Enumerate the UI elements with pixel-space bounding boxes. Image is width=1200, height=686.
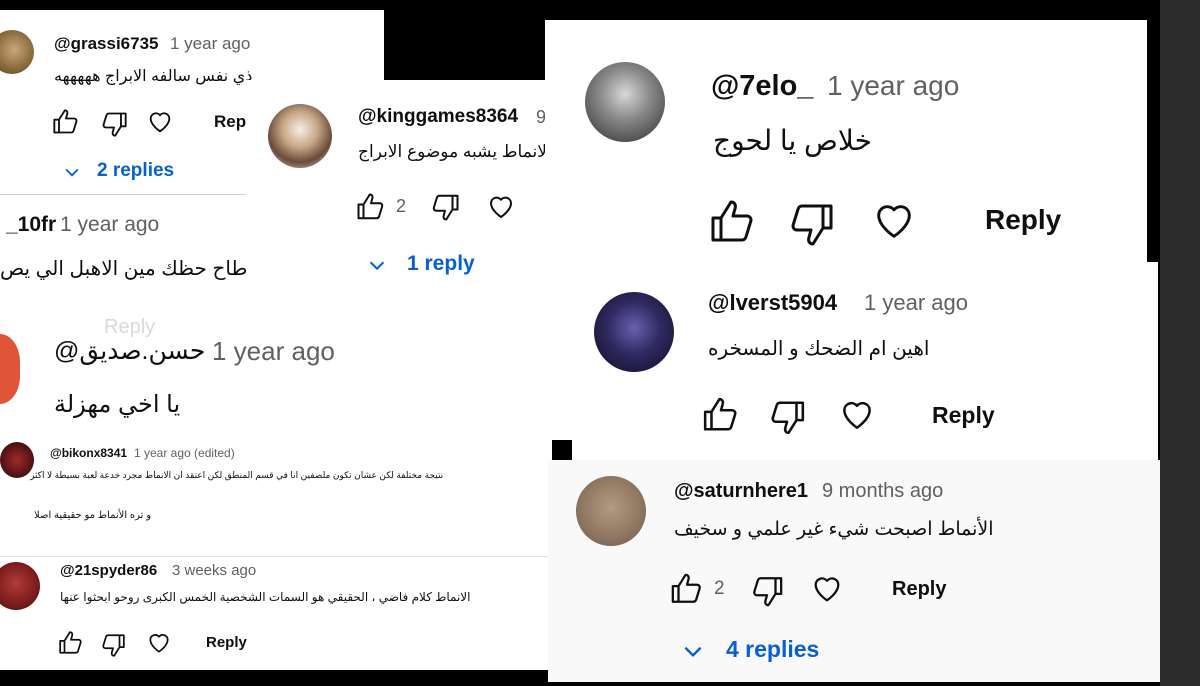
comment-time[interactable]: 1 year ago (170, 34, 250, 54)
chevron-down-icon[interactable] (62, 162, 82, 182)
thumb-up-icon[interactable] (709, 198, 757, 246)
comment-text: يا اخي مهزلة (54, 391, 181, 418)
heart-icon[interactable] (146, 630, 172, 656)
like-count: 2 (396, 196, 407, 216)
avatar[interactable] (576, 476, 646, 546)
comment-author[interactable]: @7elo_ (711, 70, 813, 103)
heart-icon[interactable] (146, 108, 174, 136)
reply-button[interactable]: Reply (932, 402, 995, 429)
reply-button[interactable]: Reply (985, 204, 1061, 236)
reply-button[interactable]: Reply (892, 578, 946, 601)
thumb-up-icon[interactable] (702, 396, 740, 434)
comment-text: نتيجة مختلفة لكن عشان تكون ملصفين انا في… (30, 470, 444, 480)
comment-time[interactable]: 1 year ago (edited) (134, 446, 235, 460)
comment-card-hasan: Reply @حسن.صديق 1 year ago يا اخي مهزلة … (0, 298, 552, 670)
comment-time[interactable]: 9 months ago (822, 480, 943, 503)
comment-text: خلاص يا لحوج (713, 125, 872, 156)
chevron-down-icon[interactable] (680, 638, 706, 664)
like-count: 2 (714, 578, 725, 599)
thumb-down-icon[interactable] (430, 192, 460, 222)
avatar[interactable] (585, 62, 665, 142)
comment-text: الأنماط اصبحت شيء غير علمي و سخيف (674, 519, 994, 540)
comment-author[interactable]: @حسن.صديق (54, 336, 205, 366)
divider (0, 194, 246, 195)
comment-time[interactable]: 1 year ago (212, 336, 335, 367)
thumb-up-icon[interactable] (356, 192, 386, 222)
avatar[interactable] (0, 334, 20, 404)
thumb-up-icon[interactable] (52, 108, 80, 136)
divider (0, 556, 552, 557)
comment-author[interactable]: @grassi6735 (54, 34, 158, 54)
comment-author[interactable]: @saturnhere1 (674, 480, 808, 503)
comment-text: اهين ام الضحك و المسخره (708, 338, 930, 360)
comment-author[interactable]: @lverst5904 (708, 290, 837, 316)
avatar[interactable] (0, 562, 40, 610)
comment-text: الانماط كلام فاضي ، الحقيقي هو السمات ال… (60, 590, 471, 604)
thumb-down-icon[interactable] (768, 398, 806, 436)
comment-time[interactable]: 1 year ago (60, 213, 159, 237)
comment-time[interactable]: 1 year ago (827, 70, 959, 102)
avatar[interactable] (0, 30, 34, 74)
reply-button[interactable]: Reply (206, 634, 247, 651)
comment-author[interactable]: _10fr (6, 213, 56, 237)
comment-text: طاح حظك مين الاهبل الي يص (0, 258, 248, 280)
thumb-up-icon[interactable] (58, 630, 84, 656)
thumb-down-icon[interactable] (750, 574, 784, 608)
heart-icon[interactable] (486, 192, 516, 222)
view-replies-link[interactable]: 4 replies (726, 636, 819, 663)
chevron-down-icon[interactable] (366, 254, 388, 276)
comment-card-lverst: @lverst5904 1 year ago اهين ام الضحك و ا… (572, 262, 1158, 462)
comment-card-saturn: @saturnhere1 9 months ago الأنماط اصبحت … (548, 460, 1160, 682)
thumb-down-icon[interactable] (100, 632, 126, 658)
view-replies-link[interactable]: 1 reply (407, 252, 475, 276)
comment-text: و تره الأنماط مو حقيقية اصلا (34, 510, 152, 521)
thumb-down-icon[interactable] (787, 200, 835, 248)
avatar[interactable] (0, 442, 34, 478)
heart-icon[interactable] (838, 396, 876, 434)
thumb-down-icon[interactable] (100, 110, 128, 138)
comment-card-7elo: @7elo_ 1 year ago خلاص يا لحوج Reply (545, 20, 1147, 268)
comment-author[interactable]: @kinggames8364 (358, 106, 518, 128)
comment-author[interactable]: @21spyder86 (60, 562, 157, 579)
avatar[interactable] (594, 292, 674, 372)
avatar[interactable] (268, 104, 332, 168)
comment-author[interactable]: @bikonx8341 (50, 446, 127, 460)
window-edge (1160, 0, 1200, 686)
comment-text: ذي نفس سالفه الابراج هههههه (54, 68, 253, 85)
comment-time[interactable]: 1 year ago (864, 290, 968, 316)
view-replies-link[interactable]: 2 replies (97, 160, 174, 182)
thumb-up-icon[interactable] (670, 572, 704, 606)
comment-time[interactable]: 3 weeks ago (172, 562, 256, 579)
heart-icon[interactable] (871, 198, 917, 244)
heart-icon[interactable] (810, 572, 844, 606)
